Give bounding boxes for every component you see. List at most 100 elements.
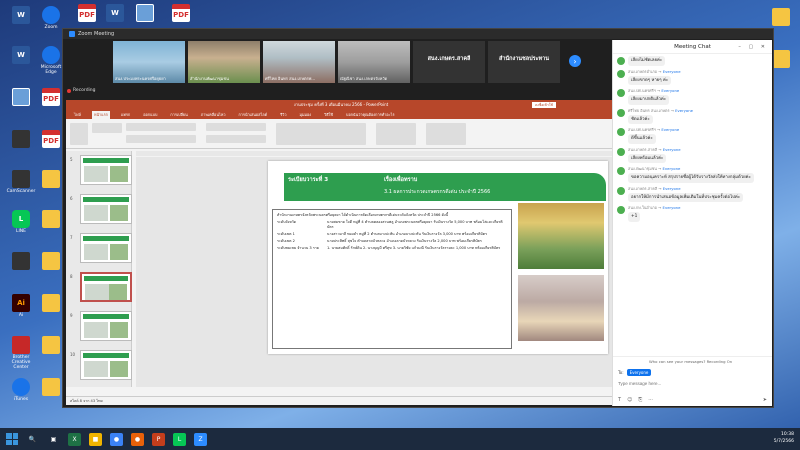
desktop-icon[interactable]: Zoom [36,6,66,30]
desktop-icon[interactable] [6,252,36,271]
slide-thumbnail-content [109,284,127,300]
desktop-icon[interactable]: Ai Ai [6,294,36,318]
desktop-icon[interactable]: iTunes [6,378,36,402]
participant-video-tile[interactable]: สนง.เกษตร.สาคลี [413,41,485,83]
desktop-icon[interactable]: W [100,4,130,23]
slide-thumbnail[interactable] [80,233,132,263]
participant-video-tile[interactable]: ณัฐณิชา สนง.เกษตรจังหวัด [338,41,410,83]
chat-message: ศรีไทย อินทร สนง.เกษตร → Everyone ชัดแล้ว… [617,108,768,124]
ppt-tab[interactable]: วิธีใช้ [322,111,335,119]
ppt-tab[interactable]: การเปลี่ยน [168,111,189,119]
chat-file-icon[interactable]: ⎘ [638,397,642,403]
align-buttons[interactable] [206,135,266,143]
avatar [617,108,625,117]
slide-thumbnail-content [84,166,108,182]
ppt-tab[interactable]: แทรก [119,111,132,119]
ppt-tab[interactable]: หน้าแรก [91,111,110,119]
editing-buttons[interactable] [426,123,466,145]
slide-photo-group[interactable] [518,203,604,269]
zoom-window-title: Zoom Meeting [78,31,115,37]
current-slide[interactable]: ระเบียบวาระที่ 3 เรื่องเพื่อทราบ 3.1 ผลก… [268,161,608,354]
taskbar-app-icon[interactable]: ■ [89,432,102,446]
ppt-tab[interactable]: รีวิว [278,111,288,119]
slide-agenda-number: ระเบียบวาระที่ 3 [288,177,329,183]
slide-thumbnail[interactable] [80,350,132,380]
desktop-icon[interactable]: W [6,6,36,25]
chat-message-body: ศรีไทย อินทร สนง.เกษตร → Everyone ชัดแล้ว… [628,108,768,124]
paste-button[interactable] [70,123,88,145]
slide-thumbnail[interactable] [80,194,132,224]
slide-thumbnail-content [110,322,128,338]
arrange-button[interactable] [376,123,416,145]
ppt-window-title: งานประชุม ครั้งที่ 3 เดือนมีนาคม 2566 - … [293,102,389,107]
ppt-tab[interactable]: ภาพเคลื่อนไหว [199,111,228,119]
new-slide-button[interactable] [92,123,122,133]
chat-format-icon[interactable]: T [618,397,621,403]
taskbar-app-icon[interactable]: ● [131,432,144,446]
slide-thumbnail[interactable] [80,155,132,185]
desktop-icon[interactable]: PDF [166,4,196,23]
taskbar-app-icon[interactable]: ● [110,432,123,446]
next-participants-button[interactable]: › [569,55,581,67]
chat-message-body: สนง.เกษตรอำเภอ → Everyone เสียงขาดๆ หายๆ … [628,69,768,85]
pdf-file-icon: PDF [42,88,60,106]
taskbar-app-icon[interactable]: L [173,432,186,446]
chat-message-body: เสียงไม่ชัดเลยค่ะ [628,56,768,66]
desktop-icon[interactable] [6,130,36,149]
ppt-tab[interactable]: มุมมอง [298,111,314,119]
taskbar-apps: 🔍 ▣ X ■ ● ● P L Z [18,432,207,446]
taskbar-app-icon[interactable]: P [152,432,165,446]
participant-video-tile[interactable]: สำนักงานชลประทาน [488,41,560,83]
avatar [617,89,625,97]
participant-video-tile[interactable]: สำนักงานพัฒนาชุมชน [188,41,260,83]
chat-more-icon[interactable]: ⋯ [648,397,653,403]
participant-video-tile[interactable]: ศรีไทย อินทร สนง.เกษตรพ... [263,41,335,83]
ppt-tab[interactable]: ไฟล์ [72,111,83,119]
system-clock[interactable]: 10:38 5/7/2566 [774,431,794,445]
start-menu-icon[interactable] [6,433,18,445]
chat-message: สนง.เกษตรอำเภอ → Everyone เสียงขาดๆ หายๆ … [617,69,768,85]
slide-thumbnail-panel: 5 6 7 8 9 10 [66,151,132,387]
desktop-folder[interactable] [766,8,796,27]
slide-thumbnail[interactable] [80,311,132,341]
desktop-icon[interactable]: CamScanner [6,170,36,194]
font-name-select[interactable] [126,123,196,131]
chat-message-text: เสียงมาปกติแล้วค่ะ [628,95,670,105]
who-can-see-notice[interactable]: Who can see your messages? Recording On [649,359,732,364]
paragraph-buttons[interactable] [206,123,266,131]
desktop-icon[interactable] [6,88,36,107]
slide-photo-meeting[interactable] [518,275,604,341]
taskbar-app-icon[interactable]: 🔍 [26,432,39,446]
participant-video-tile[interactable]: สนง.ประมงพระนครศรีอยุธยา [113,41,185,83]
desktop-icon[interactable]: PDF [72,4,102,23]
desktop-icon[interactable]: Brother Creative Center [6,336,36,370]
chat-emoji-icon[interactable]: ☺ [627,397,632,403]
chat-message-list[interactable]: เสียงไม่ชัดเลยค่ะสนง.เกษตรอำเภอ → Everyo… [613,56,772,356]
desktop-icon[interactable]: L LINE [6,210,36,234]
taskbar-app-icon[interactable]: Z [194,432,207,446]
ppt-sign-in-button[interactable]: ลงชื่อเข้าใช้ [532,101,556,108]
avatar [617,206,625,214]
ppt-tab[interactable]: บอกฉันว่าคุณต้องการทำอะไร [344,111,396,119]
slide-thumbnail[interactable] [80,272,132,302]
font-format-buttons[interactable] [126,135,196,143]
word-file-icon: W [106,4,124,22]
slide-thumbnail-content [84,244,108,260]
chat-window-controls[interactable]: – ▢ ✕ [738,44,768,50]
slide-thumbnail-content [83,353,129,358]
ppt-tab[interactable]: การนำเสนอสไลด์ [236,111,269,119]
slide-number: 6 [70,196,73,201]
chat-message-input[interactable] [618,381,768,386]
taskbar-app-icon[interactable]: X [68,432,81,446]
taskbar-app-icon[interactable]: ▣ [47,432,60,446]
slide-thumbnail-content [83,236,129,241]
slide-text-box[interactable]: สำนักงานเกษตรจังหวัดพระนครศรีอยุธยา ได้ด… [272,209,512,349]
chat-send-icon[interactable]: ➤ [763,397,767,403]
slide-number: 10 [70,352,76,357]
desktop-icon[interactable] [130,4,160,23]
desktop-icon[interactable]: W [6,46,36,65]
chat-recipient-select[interactable]: Everyone [626,369,652,376]
ppt-tab[interactable]: ออกแบบ [141,111,159,119]
chat-to-label: To: [618,370,624,375]
drawing-shapes-gallery[interactable] [276,123,366,145]
